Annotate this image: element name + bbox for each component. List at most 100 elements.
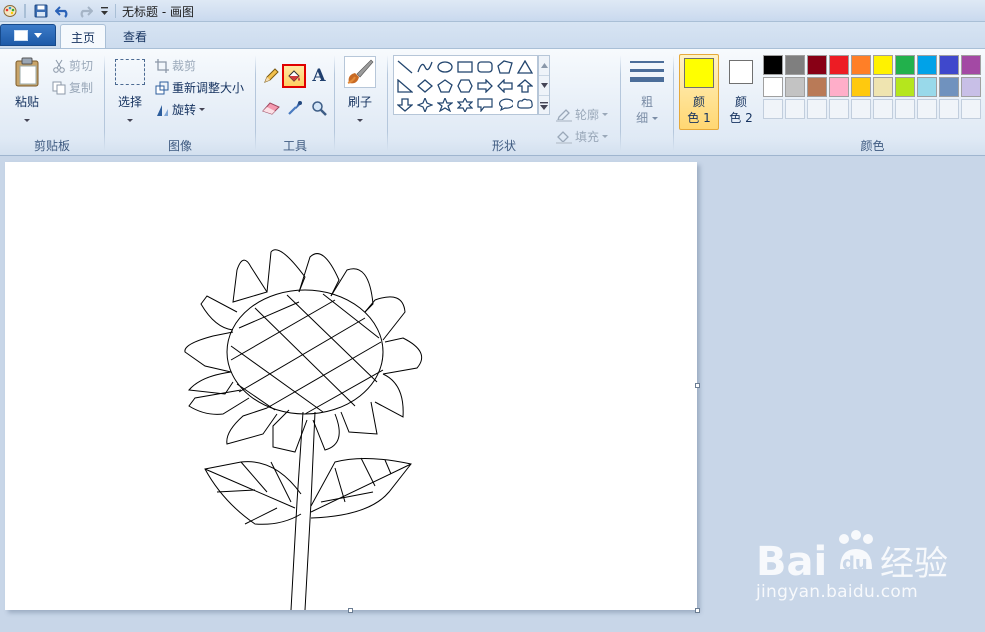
- four-point-star-shape-icon[interactable]: [415, 95, 435, 114]
- outline-dropdown-icon: [602, 113, 609, 116]
- scroll-up-icon[interactable]: [539, 56, 549, 76]
- scissors-icon: [52, 59, 66, 73]
- cloud-callout-shape-icon[interactable]: [515, 95, 535, 114]
- diamond-shape-icon[interactable]: [415, 76, 435, 95]
- image-group: 选择 裁剪 重新调整大小 旋转 图像: [105, 49, 255, 157]
- color1-swatch: [684, 58, 714, 88]
- polygon-shape-icon[interactable]: [495, 57, 515, 76]
- brushes-button[interactable]: 刷子: [340, 93, 380, 110]
- rotate-dropdown-icon[interactable]: [199, 108, 206, 111]
- paint-menu-button[interactable]: [0, 24, 56, 46]
- oval-callout-shape-icon[interactable]: [495, 95, 515, 114]
- rounded-rectangle-shape-icon[interactable]: [475, 57, 495, 76]
- size-dropdown-icon: [651, 117, 658, 120]
- resize-icon: [155, 81, 169, 95]
- resize-handle-right[interactable]: [695, 383, 700, 388]
- ribbon: 粘贴 剪切 复制 剪贴板 选择 裁剪 重新调整大小 旋转 图像 A 工具 刷子 …: [0, 48, 985, 156]
- outline-label: 轮廓: [575, 108, 600, 122]
- color1-label-line1: 颜: [692, 95, 705, 109]
- fill-bucket-icon[interactable]: [282, 64, 306, 88]
- oval-shape-icon[interactable]: [435, 57, 455, 76]
- group-separator: [673, 55, 674, 151]
- fill-bucket-small-icon: [556, 130, 572, 144]
- fill-dropdown-icon: [602, 135, 609, 138]
- eraser-icon[interactable]: [260, 97, 282, 119]
- pencil-icon[interactable]: [260, 65, 282, 87]
- outline-pen-icon: [556, 108, 572, 122]
- redo-icon[interactable]: [76, 2, 94, 20]
- resize-label: 重新调整大小: [172, 81, 245, 95]
- pentagon-shape-icon[interactable]: [435, 76, 455, 95]
- paste-dropdown-icon[interactable]: [22, 111, 32, 125]
- five-point-star-shape-icon[interactable]: [435, 95, 455, 114]
- crop-button[interactable]: 裁剪: [155, 57, 196, 74]
- clipboard-group: 粘贴 剪切 复制 剪贴板: [0, 49, 104, 157]
- text-tool-icon[interactable]: A: [308, 65, 330, 87]
- fill-label: 填充: [575, 130, 600, 144]
- scroll-down-icon[interactable]: [539, 76, 549, 96]
- crop-label: 裁剪: [172, 59, 197, 73]
- expand-gallery-icon[interactable]: [539, 96, 549, 116]
- rotate-button[interactable]: 旋转: [155, 101, 206, 118]
- title-separator: [115, 4, 116, 18]
- cut-label: 剪切: [69, 59, 94, 73]
- undo-icon[interactable]: [54, 2, 72, 20]
- copy-label: 复制: [69, 81, 94, 95]
- brushes-group: 刷子: [335, 49, 385, 157]
- color1-label-line2: 色 1: [687, 111, 711, 125]
- down-arrow-shape-icon[interactable]: [395, 95, 415, 114]
- watermark-product: 经验: [880, 544, 948, 584]
- title-bar: 无标题 - 画图: [0, 0, 985, 22]
- curve-shape-icon[interactable]: [415, 57, 435, 76]
- right-triangle-shape-icon[interactable]: [395, 76, 415, 95]
- tab-view[interactable]: 查看: [113, 24, 157, 48]
- resize-handle-bottom[interactable]: [348, 608, 353, 613]
- brushes-dropdown-icon[interactable]: [355, 111, 365, 125]
- drawing-canvas[interactable]: [5, 162, 697, 611]
- cut-button[interactable]: 剪切: [52, 57, 93, 74]
- rect-callout-shape-icon[interactable]: [475, 95, 495, 114]
- color2-label-line2: 色 2: [729, 111, 753, 125]
- color2-swatch[interactable]: [729, 60, 753, 84]
- hexagon-shape-icon[interactable]: [455, 76, 475, 95]
- image-group-label: 图像: [167, 139, 192, 153]
- six-point-star-shape-icon[interactable]: [455, 95, 475, 114]
- size-lines-icon[interactable]: [630, 59, 664, 87]
- paste-icon[interactable]: [14, 57, 40, 87]
- color2-label-line1[interactable]: 颜: [721, 93, 761, 110]
- fill-button[interactable]: 填充: [556, 128, 609, 145]
- size-button[interactable]: 细: [626, 109, 668, 126]
- select-icon[interactable]: [115, 59, 145, 85]
- watermark-paw-text: du: [842, 553, 868, 574]
- select-dropdown-icon[interactable]: [125, 111, 135, 125]
- resize-button[interactable]: 重新调整大小: [155, 79, 244, 96]
- shapes-gallery: [393, 55, 538, 115]
- magnifier-icon[interactable]: [308, 97, 330, 119]
- right-arrow-shape-icon[interactable]: [475, 76, 495, 95]
- rotate-label: 旋转: [172, 103, 197, 117]
- triangle-shape-icon[interactable]: [515, 57, 535, 76]
- menu-dropdown-icon: [34, 32, 42, 38]
- colors-group-label: 颜色: [860, 139, 885, 153]
- outline-button[interactable]: 轮廓: [556, 106, 609, 123]
- paint-app-icon[interactable]: [2, 2, 18, 20]
- left-arrow-shape-icon[interactable]: [495, 76, 515, 95]
- baidu-logo: Bai du 经验: [756, 530, 948, 585]
- up-arrow-shape-icon[interactable]: [515, 76, 535, 95]
- resize-handle-corner[interactable]: [695, 608, 700, 613]
- rotate-icon: [155, 103, 169, 117]
- paste-button[interactable]: 粘贴: [8, 93, 46, 110]
- copy-icon: [52, 81, 66, 95]
- customize-dropdown-icon[interactable]: [98, 2, 110, 20]
- color-picker-icon[interactable]: [284, 97, 306, 119]
- line-shape-icon[interactable]: [395, 57, 415, 76]
- shapes-scrollbar[interactable]: [538, 55, 550, 115]
- crop-icon: [155, 58, 169, 73]
- save-icon[interactable]: [32, 2, 50, 20]
- tab-home[interactable]: 主页: [60, 24, 106, 48]
- rectangle-shape-icon[interactable]: [455, 57, 475, 76]
- select-button[interactable]: 选择: [110, 93, 150, 110]
- brush-icon[interactable]: [344, 56, 376, 88]
- copy-button[interactable]: 复制: [52, 79, 93, 96]
- size-label-line1[interactable]: 粗: [626, 93, 668, 110]
